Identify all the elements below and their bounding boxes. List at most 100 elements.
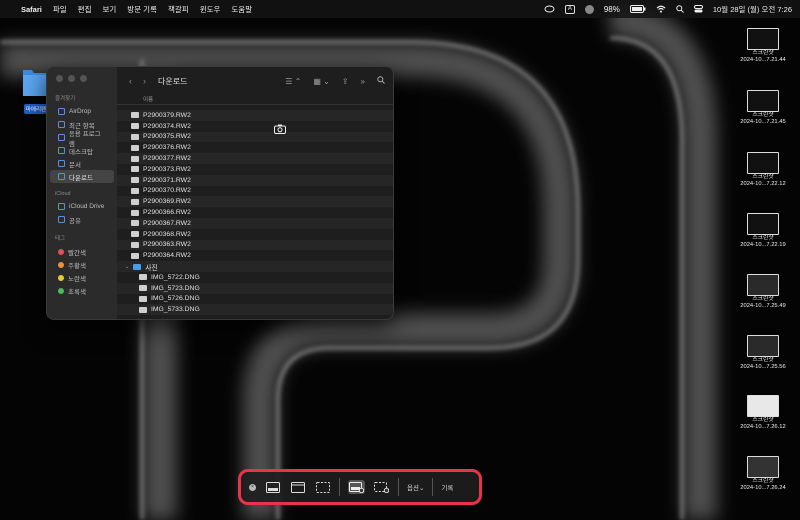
capture-window-button[interactable] (289, 480, 306, 494)
menu-help[interactable]: 도움말 (231, 4, 252, 15)
desktop-screenshot-file[interactable]: 스크린샷 2024-10...7.21.45 (730, 90, 796, 126)
raw-file-icon (131, 144, 139, 151)
sidebar-item-label: 초록색 (68, 288, 86, 296)
desktop-screenshot-file[interactable]: 스크린샷 2024-10...7.25.56 (730, 335, 796, 371)
share-icon[interactable]: ⇪ (342, 77, 349, 86)
record-button[interactable]: 기록 (441, 482, 453, 492)
screenshot-stamp: 2024-10...7.22.12 (740, 181, 786, 187)
folder-row[interactable]: ⌄ 사진 (117, 261, 393, 272)
wifi-icon[interactable] (656, 5, 666, 13)
sidebar-item-label: AirDrop (69, 108, 92, 115)
desktop-screenshot-file[interactable]: 스크린샷 2024-10...7.22.19 (730, 213, 796, 249)
window-title: 다운로드 (158, 76, 188, 86)
file-row[interactable]: IMG_5723.DNG (117, 282, 393, 294)
more-icon[interactable]: » (361, 77, 365, 86)
battery-icon[interactable] (629, 5, 646, 13)
finder-window[interactable]: 즐겨찾기 AirDrop 최근 항목 응용 프로그램 데스크탑 문서 다운로드 … (46, 66, 394, 320)
desktop-screenshot-file[interactable]: 스크린샷 2024-10...7.26.24 (730, 456, 796, 492)
list-view-icon[interactable]: ☰ ⌃ (285, 77, 301, 86)
screenshot-name: 스크린샷 (752, 296, 774, 302)
record-entire-screen-button[interactable] (348, 480, 365, 494)
file-row[interactable]: P2900377.RW2 (117, 153, 393, 164)
sidebar-tag-orange[interactable]: 주황색 (50, 258, 114, 271)
menu-edit[interactable]: 편집 (78, 4, 92, 15)
file-name: P2900366.RW2 (143, 209, 191, 217)
screenshot-name: 스크린샷 (752, 478, 774, 484)
input-source-icon[interactable]: A (564, 4, 575, 14)
image-file-icon (139, 285, 147, 292)
sidebar-tag-green[interactable]: 초록색 (50, 284, 114, 297)
raw-file-icon (131, 112, 139, 119)
menubar-clock[interactable]: 10월 28일 (월) 오전 7:26 (713, 4, 792, 15)
user-status-icon[interactable] (584, 4, 594, 14)
desktop-screenshot-file[interactable]: 스크린샷 2024-10...7.22.12 (730, 152, 796, 188)
column-header-name[interactable]: 이름 (117, 95, 393, 105)
menu-file[interactable]: 파일 (53, 4, 67, 15)
toolbar-divider (398, 478, 399, 496)
sidebar-item-shared[interactable]: 공유 (50, 213, 114, 226)
sidebar-item-downloads[interactable]: 다운로드 (50, 170, 114, 183)
sidebar-tag-red[interactable]: 빨간색 (50, 245, 114, 258)
capture-entire-screen-button[interactable] (264, 480, 281, 494)
desktop-screenshot-file[interactable]: 스크린샷 2024-10...7.21.44 (730, 28, 796, 64)
finder-search-icon[interactable] (377, 76, 385, 86)
file-row[interactable]: P2900375.RW2 (117, 131, 393, 143)
file-row[interactable]: P2900371.RW2 (117, 174, 393, 186)
sidebar-item-applications[interactable]: 응용 프로그램 (50, 131, 114, 148)
search-icon[interactable] (676, 5, 684, 13)
sidebar-item-airdrop[interactable]: AirDrop (50, 105, 114, 118)
forward-button[interactable]: › (143, 76, 146, 86)
file-row[interactable]: P2900364.RW2 (117, 250, 393, 261)
raw-file-icon (131, 231, 139, 238)
minimize-window-button[interactable] (68, 75, 75, 82)
file-row[interactable]: P2900373.RW2 (117, 164, 393, 175)
sidebar-item-documents[interactable]: 문서 (50, 157, 114, 170)
file-row[interactable]: P2900367.RW2 (117, 217, 393, 229)
screenshot-stamp: 2024-10...7.26.12 (740, 424, 786, 430)
creative-cloud-icon[interactable] (544, 5, 555, 13)
sidebar-item-icloud-drive[interactable]: iCloud Drive (50, 200, 114, 213)
file-row[interactable]: P2900379.RW2 (117, 110, 393, 121)
sidebar-tag-yellow[interactable]: 노란색 (50, 271, 114, 284)
sidebar-item-label: 공유 (69, 217, 81, 225)
raw-file-icon (131, 220, 139, 227)
tag-dot-icon (58, 248, 64, 255)
file-row[interactable]: P2900370.RW2 (117, 186, 393, 197)
battery-percent: 98% (603, 4, 620, 14)
record-selection-button[interactable] (373, 480, 390, 494)
file-name: P2900363.RW2 (143, 241, 191, 249)
zoom-window-button[interactable] (80, 75, 87, 82)
file-row[interactable]: IMG_5722.DNG (117, 272, 393, 283)
control-center-icon[interactable] (693, 5, 703, 13)
file-row[interactable]: P2900376.RW2 (117, 142, 393, 153)
file-row[interactable]: IMG_5726.DNG (117, 294, 393, 305)
close-window-button[interactable] (56, 75, 63, 82)
menu-window[interactable]: 윈도우 (200, 4, 221, 15)
file-row[interactable]: P2900368.RW2 (117, 229, 393, 240)
file-row[interactable]: P2900369.RW2 (117, 196, 393, 208)
menu-app-name[interactable]: Safari (21, 5, 42, 14)
screenshot-thumbnail (747, 213, 779, 235)
screenshot-name: 스크린샷 (752, 112, 774, 118)
menu-bookmarks[interactable]: 책갈피 (168, 4, 189, 15)
close-toolbar-button[interactable]: × (249, 483, 256, 491)
group-view-icon[interactable]: ▦ ⌄ (313, 77, 329, 86)
screenshot-name: 스크린샷 (752, 417, 774, 423)
disclosure-chevron-icon[interactable]: ⌄ (125, 264, 129, 270)
file-row[interactable]: P2900366.RW2 (117, 207, 393, 218)
shared-folder-icon (58, 216, 65, 223)
raw-file-icon (131, 241, 139, 248)
raw-file-icon (131, 133, 139, 140)
desktop-screenshot-file[interactable]: 스크린샷 2024-10...7.25.49 (730, 274, 796, 310)
menu-history[interactable]: 방문 기록 (127, 4, 157, 15)
file-row[interactable]: P2900374.RW2 (117, 121, 393, 132)
options-dropdown[interactable]: 옵션⌄ (407, 482, 424, 492)
file-row[interactable]: P2900363.RW2 (117, 239, 393, 251)
file-row[interactable]: IMG_5733.DNG (117, 304, 393, 316)
finder-sidebar: 즐겨찾기 AirDrop 최근 항목 응용 프로그램 데스크탑 문서 다운로드 … (47, 67, 117, 319)
desktop-screenshot-file[interactable]: 스크린샷 2024-10...7.26.12 (730, 395, 796, 431)
menu-view[interactable]: 보기 (102, 4, 116, 15)
capture-selection-button[interactable] (314, 480, 331, 494)
file-name: P2900379.RW2 (143, 111, 191, 119)
back-button[interactable]: ‹ (129, 76, 132, 86)
